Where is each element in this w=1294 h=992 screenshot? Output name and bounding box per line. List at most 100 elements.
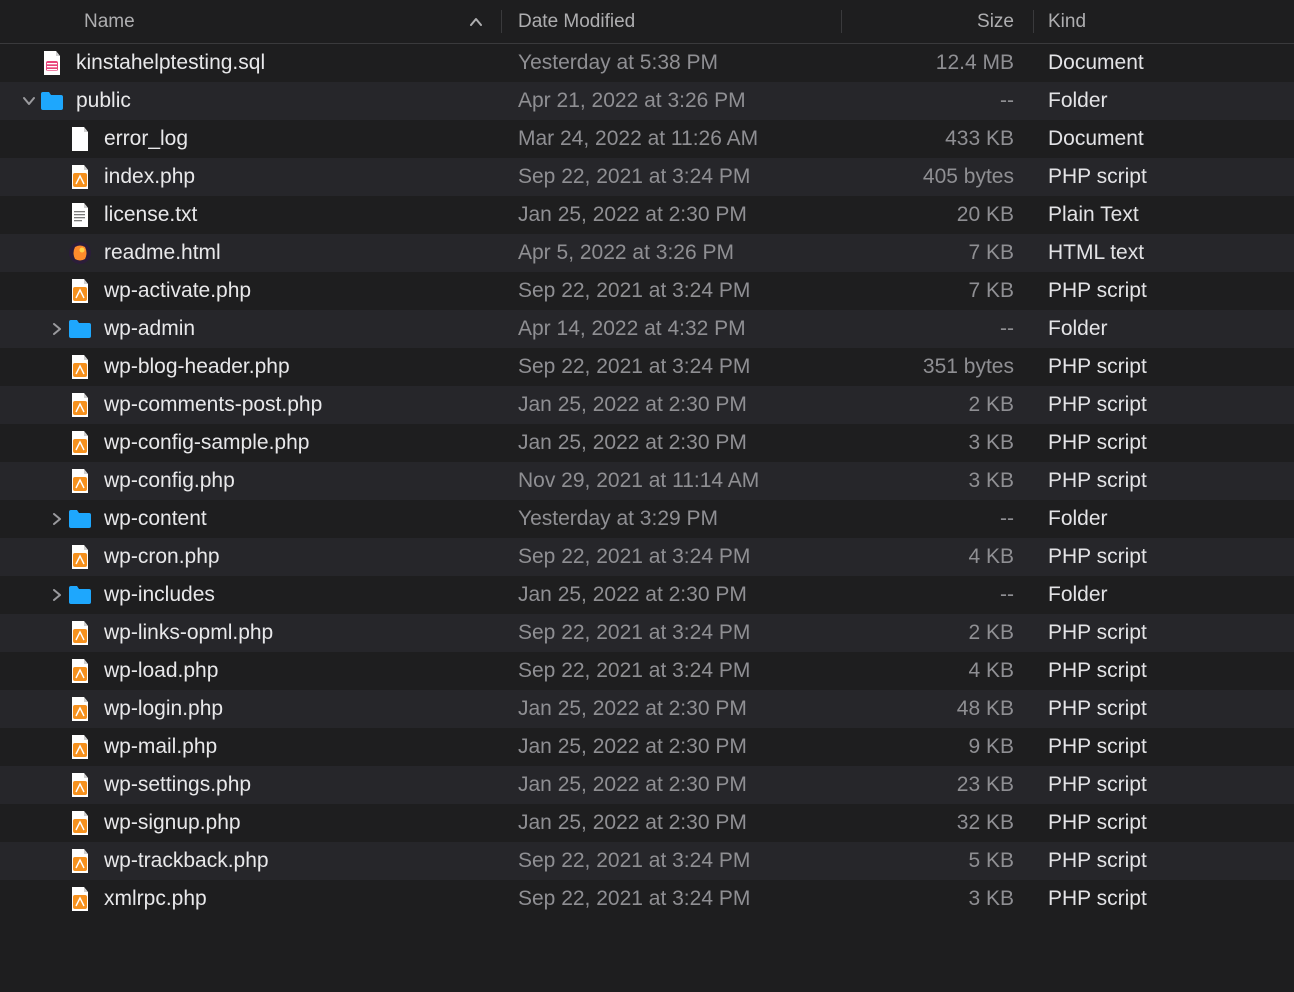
file-date: Nov 29, 2021 at 11:14 AM: [518, 469, 759, 492]
table-row[interactable]: wp-cron.phpSep 22, 2021 at 3:24 PM4 KBPH…: [0, 538, 1294, 576]
file-kind: PHP script: [1048, 621, 1147, 644]
file-kind: PHP script: [1048, 431, 1147, 454]
php-file-icon: [68, 545, 92, 569]
php-file-icon: [68, 659, 92, 683]
file-kind: PHP script: [1048, 469, 1147, 492]
table-row[interactable]: wp-activate.phpSep 22, 2021 at 3:24 PM7 …: [0, 272, 1294, 310]
file-name: license.txt: [104, 203, 197, 227]
php-file-icon: [68, 393, 92, 417]
file-date: Jan 25, 2022 at 2:30 PM: [518, 203, 747, 226]
file-size: 9 KB: [842, 735, 1014, 759]
file-date: Jan 25, 2022 at 2:30 PM: [518, 393, 747, 416]
file-size: 7 KB: [842, 241, 1014, 265]
table-row[interactable]: publicApr 21, 2022 at 3:26 PM--Folder: [0, 82, 1294, 120]
txt-file-icon: [68, 203, 92, 227]
column-header-label: Name: [84, 11, 135, 33]
table-row[interactable]: wp-config-sample.phpJan 25, 2022 at 2:30…: [0, 424, 1294, 462]
column-header-label: Size: [977, 11, 1014, 33]
table-row[interactable]: wp-login.phpJan 25, 2022 at 2:30 PM48 KB…: [0, 690, 1294, 728]
file-date: Sep 22, 2021 at 3:24 PM: [518, 165, 750, 188]
table-row[interactable]: wp-adminApr 14, 2022 at 4:32 PM--Folder: [0, 310, 1294, 348]
table-row[interactable]: wp-config.php Nov 29, 2021 at 11:14 AM 3 K…: [0, 462, 1294, 500]
table-row[interactable]: wp-settings.phpJan 25, 2022 at 2:30 PM23…: [0, 766, 1294, 804]
table-row[interactable]: wp-signup.phpJan 25, 2022 at 2:30 PM32 K…: [0, 804, 1294, 842]
html-file-icon: [68, 241, 92, 265]
file-date: Apr 14, 2022 at 4:32 PM: [518, 317, 746, 340]
disclosure-open-icon[interactable]: [18, 96, 40, 106]
table-row[interactable]: index.phpSep 22, 2021 at 3:24 PM405 byte…: [0, 158, 1294, 196]
table-row[interactable]: wp-trackback.phpSep 22, 2021 at 3:24 PM5…: [0, 842, 1294, 880]
file-size: 3 KB: [842, 469, 1014, 493]
table-row[interactable]: license.txtJan 25, 2022 at 2:30 PM20 KBP…: [0, 196, 1294, 234]
disclosure-closed-icon[interactable]: [46, 589, 68, 601]
php-file-icon: [68, 811, 92, 835]
table-row[interactable]: wp-includesJan 25, 2022 at 2:30 PM--Fold…: [0, 576, 1294, 614]
file-size: --: [842, 507, 1014, 531]
file-size: 433 KB: [842, 127, 1014, 151]
column-header-kind[interactable]: Kind: [1034, 0, 1294, 43]
file-kind: Folder: [1048, 507, 1108, 530]
table-row[interactable]: wp-blog-header.phpSep 22, 2021 at 3:24 P…: [0, 348, 1294, 386]
php-file-icon: [68, 355, 92, 379]
file-size: 2 KB: [842, 393, 1014, 417]
file-rows-container: kinstahelptesting.sqlYesterday at 5:38 P…: [0, 44, 1294, 918]
php-file-icon: [68, 621, 92, 645]
file-date: Yesterday at 5:38 PM: [518, 51, 718, 74]
php-file-icon: [68, 279, 92, 303]
column-header-name[interactable]: Name: [0, 0, 502, 43]
file-date: Jan 25, 2022 at 2:30 PM: [518, 773, 747, 796]
file-date: Sep 22, 2021 at 3:24 PM: [518, 355, 750, 378]
file-date: Jan 25, 2022 at 2:30 PM: [518, 431, 747, 454]
file-kind: PHP script: [1048, 165, 1147, 188]
doc-file-icon: [68, 127, 92, 151]
table-row[interactable]: readme.htmlApr 5, 2022 at 3:26 PM7 KBHTM…: [0, 234, 1294, 272]
file-name: wp-config.php: [104, 469, 235, 493]
table-row[interactable]: wp-mail.php Jan 25, 2022 at 2:30 PM 9 KB PH…: [0, 728, 1294, 766]
php-file-icon: [68, 165, 92, 189]
table-row[interactable]: wp-load.phpSep 22, 2021 at 3:24 PM4 KBPH…: [0, 652, 1294, 690]
file-kind: PHP script: [1048, 735, 1147, 758]
disclosure-closed-icon[interactable]: [46, 323, 68, 335]
sql-file-icon: [40, 51, 64, 75]
table-row[interactable]: xmlrpc.phpSep 22, 2021 at 3:24 PM3 KBPHP…: [0, 880, 1294, 918]
file-kind: HTML text: [1048, 241, 1144, 264]
php-file-icon: [68, 469, 92, 493]
file-name: wp-comments-post.php: [104, 393, 322, 417]
table-row[interactable]: wp-comments-post.php Jan 25, 2022 at 2:30…: [0, 386, 1294, 424]
file-kind: PHP script: [1048, 659, 1147, 682]
file-kind: PHP script: [1048, 355, 1147, 378]
file-size: 3 KB: [842, 431, 1014, 455]
php-file-icon: [68, 773, 92, 797]
folder-file-icon: [68, 317, 92, 341]
table-row[interactable]: wp-links-opml.php Sep 22, 2021 at 3:24 PM…: [0, 614, 1294, 652]
file-name: public: [76, 89, 131, 113]
file-name: wp-links-opml.php: [104, 621, 273, 645]
file-name: index.php: [104, 165, 195, 189]
file-size: 4 KB: [842, 659, 1014, 683]
file-date: Apr 5, 2022 at 3:26 PM: [518, 241, 734, 264]
disclosure-closed-icon[interactable]: [46, 513, 68, 525]
file-date: Jan 25, 2022 at 2:30 PM: [518, 735, 747, 758]
php-file-icon: [68, 887, 92, 911]
folder-file-icon: [68, 507, 92, 531]
column-header-size[interactable]: Size: [842, 0, 1034, 43]
file-kind: PHP script: [1048, 811, 1147, 834]
file-kind: PHP script: [1048, 849, 1147, 872]
php-file-icon: [68, 697, 92, 721]
file-name: error_log: [104, 127, 188, 151]
php-file-icon: [68, 849, 92, 873]
file-name: wp-content: [104, 507, 207, 531]
folder-file-icon: [68, 583, 92, 607]
table-row[interactable]: error_logMar 24, 2022 at 11:26 AM433 KBD…: [0, 120, 1294, 158]
file-size: 351 bytes: [842, 355, 1014, 379]
file-kind: Plain Text: [1048, 203, 1139, 226]
column-header-date[interactable]: Date Modified: [502, 0, 842, 43]
table-row[interactable]: wp-contentYesterday at 3:29 PM--Folder: [0, 500, 1294, 538]
file-date: Sep 22, 2021 at 3:24 PM: [518, 621, 750, 644]
file-size: --: [842, 583, 1014, 607]
file-name: wp-admin: [104, 317, 195, 341]
file-size: 3 KB: [842, 887, 1014, 911]
table-row[interactable]: kinstahelptesting.sqlYesterday at 5:38 P…: [0, 44, 1294, 82]
file-name: wp-load.php: [104, 659, 218, 683]
file-name: wp-mail.php: [104, 735, 217, 759]
